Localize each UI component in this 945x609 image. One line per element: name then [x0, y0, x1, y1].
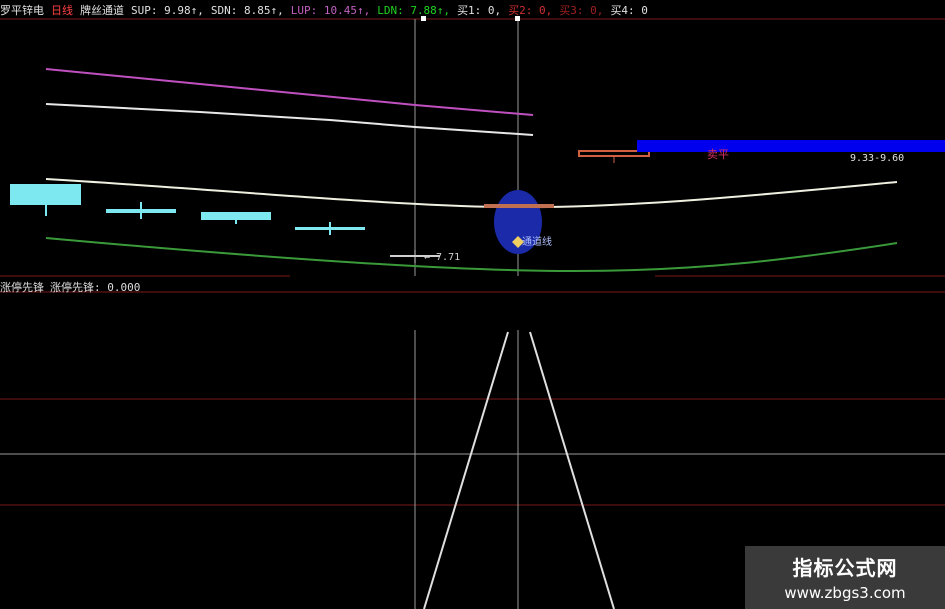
- watermark-url: www.zbgs3.com: [784, 584, 906, 602]
- candle-6: [484, 204, 554, 208]
- crosshair-marker-1[interactable]: [421, 16, 426, 21]
- sub-panel-name[interactable]: 涨停先锋: [0, 281, 44, 294]
- candle-3: [201, 212, 271, 220]
- candle-1: [10, 184, 81, 205]
- watermark-title: 指标公式网: [792, 556, 898, 580]
- sub-line-left: [423, 331, 509, 609]
- low-price-label: ← 7.71: [424, 252, 460, 263]
- price-range-label: 9.33-9.60: [850, 153, 904, 164]
- mid-channel-line: [45, 178, 898, 209]
- lower-channel-line: [45, 237, 898, 273]
- sub-panel-header: 涨停先锋 涨停先锋: 0.000: [0, 279, 146, 295]
- watermark: 指标公式网 www.zbgs3.com: [745, 546, 945, 609]
- sell-label: 卖平: [707, 148, 729, 161]
- sub-line-right: [529, 331, 615, 609]
- sub-panel-value: 涨停先锋: 0.000: [50, 281, 141, 294]
- crosshair-marker-2[interactable]: [515, 16, 520, 21]
- support-label: 通道线: [522, 235, 552, 248]
- chart-canvas[interactable]: ← 7.71 通道线 卖平 9.33-9.60: [0, 0, 945, 609]
- sell-signal-bar: [637, 140, 945, 152]
